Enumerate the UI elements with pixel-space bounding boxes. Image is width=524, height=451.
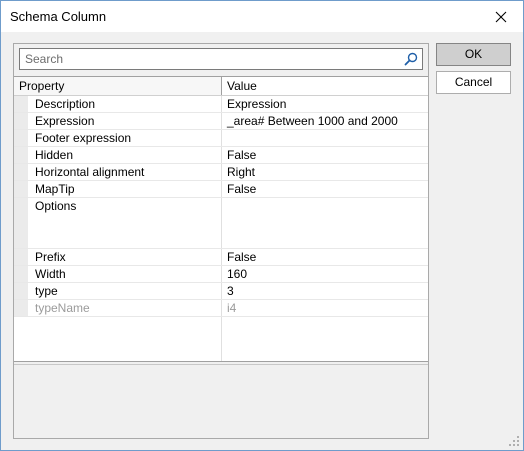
property-value[interactable]: False — [222, 181, 428, 197]
grid-header: Property Value — [14, 77, 428, 96]
ok-button[interactable]: OK — [436, 43, 511, 66]
grid-row-options[interactable]: Options — [14, 198, 428, 249]
property-value[interactable] — [222, 198, 428, 248]
property-value[interactable]: _area# Between 1000 and 2000 — [222, 113, 428, 129]
grid-rows: Description Expression Expression _area#… — [14, 96, 428, 317]
property-name: Footer expression — [28, 130, 222, 146]
property-value[interactable]: Expression — [222, 96, 428, 112]
row-gutter — [14, 113, 28, 129]
cancel-button[interactable]: Cancel — [436, 71, 511, 94]
search-input[interactable] — [20, 49, 405, 69]
property-name: typeName — [28, 300, 222, 316]
property-panel: Property Value Description Expression Ex… — [13, 43, 429, 439]
grid-row-prefix[interactable]: Prefix False — [14, 249, 428, 266]
property-value[interactable]: False — [222, 147, 428, 163]
property-name: Description — [28, 96, 222, 112]
grid-row-hidden[interactable]: Hidden False — [14, 147, 428, 164]
row-gutter — [14, 300, 28, 316]
close-button[interactable] — [478, 1, 523, 32]
property-value[interactable]: 160 — [222, 266, 428, 282]
property-value[interactable]: 3 — [222, 283, 428, 299]
row-gutter — [14, 130, 28, 146]
property-name: Width — [28, 266, 222, 282]
row-gutter — [14, 147, 28, 163]
row-gutter — [14, 181, 28, 197]
grid-row-maptip[interactable]: MapTip False — [14, 181, 428, 198]
property-value[interactable]: Right — [222, 164, 428, 180]
property-name: Horizontal alignment — [28, 164, 222, 180]
close-icon — [495, 11, 506, 22]
grid-row-width[interactable]: Width 160 — [14, 266, 428, 283]
column-header-property[interactable]: Property — [14, 77, 222, 95]
property-value[interactable]: False — [222, 249, 428, 265]
property-grid[interactable]: Property Value Description Expression Ex… — [14, 76, 428, 362]
row-gutter — [14, 96, 28, 112]
title-bar[interactable]: Schema Column — [1, 1, 523, 32]
property-value[interactable] — [222, 130, 428, 146]
row-gutter — [14, 283, 28, 299]
grid-row-description[interactable]: Description Expression — [14, 96, 428, 113]
grid-row-type[interactable]: type 3 — [14, 283, 428, 300]
grid-row-expression[interactable]: Expression _area# Between 1000 and 2000 — [14, 113, 428, 130]
description-pane — [14, 364, 428, 438]
property-name: Options — [28, 198, 222, 248]
grid-row-footer-expression[interactable]: Footer expression — [14, 130, 428, 147]
property-value: i4 — [227, 301, 237, 315]
resize-grip-icon[interactable] — [508, 435, 520, 447]
property-name: MapTip — [28, 181, 222, 197]
property-name: Expression — [28, 113, 222, 129]
dialog-window: Schema Column Property Value — [0, 0, 524, 451]
window-title: Schema Column — [10, 9, 107, 24]
search-icon[interactable] — [404, 52, 418, 66]
grid-row-horizontal-alignment[interactable]: Horizontal alignment Right — [14, 164, 428, 181]
grid-row-typename[interactable]: typeName i4 — [14, 300, 428, 317]
column-header-value[interactable]: Value — [222, 77, 428, 95]
row-gutter — [14, 249, 28, 265]
row-gutter — [14, 164, 28, 180]
search-box[interactable] — [19, 48, 423, 70]
property-name: Hidden — [28, 147, 222, 163]
row-gutter — [14, 198, 28, 248]
row-gutter — [14, 266, 28, 282]
property-name: Prefix — [28, 249, 222, 265]
property-name: type — [28, 283, 222, 299]
